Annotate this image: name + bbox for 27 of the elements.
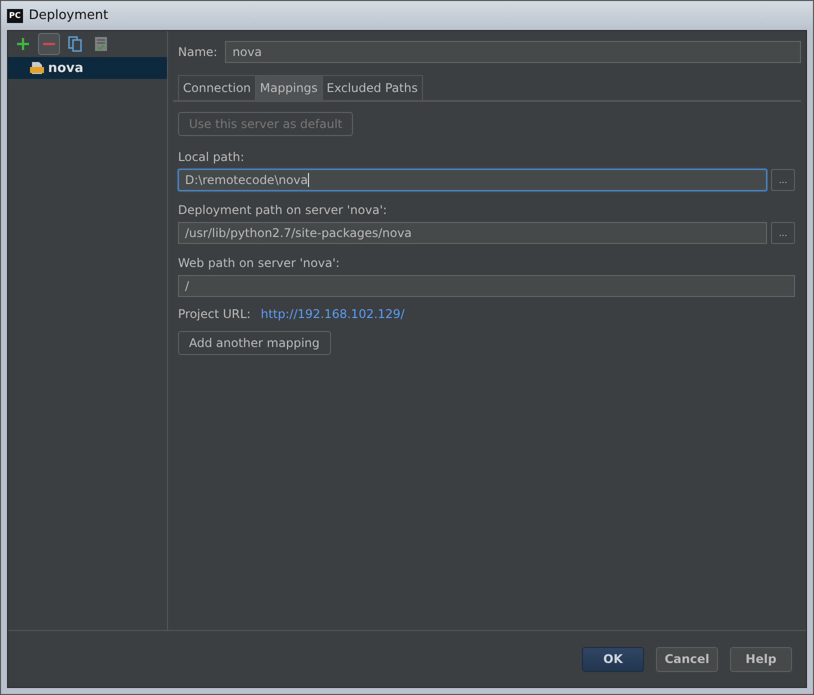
- name-field[interactable]: nova: [225, 41, 801, 63]
- add-mapping-button[interactable]: Add another mapping: [178, 331, 331, 355]
- app-badge: PC: [7, 8, 23, 22]
- browse-button[interactable]: ...: [771, 222, 795, 244]
- remove-icon: [42, 42, 56, 46]
- path-label: Web path on server 'nova':: [178, 256, 341, 270]
- path-field[interactable]: /: [178, 275, 795, 297]
- server-icon: [30, 61, 44, 75]
- dialog-button[interactable]: OK: [582, 646, 644, 672]
- server-list-icon: [95, 36, 107, 52]
- tab[interactable]: Mappings: [254, 75, 323, 100]
- browse-button[interactable]: ...: [771, 169, 795, 191]
- tab[interactable]: Connection: [178, 75, 256, 100]
- tab[interactable]: Excluded Paths: [322, 75, 423, 100]
- path-label: Local path:: [178, 150, 246, 164]
- path-field[interactable]: /usr/lib/python2.7/site-packages/nova: [178, 222, 767, 244]
- path-field[interactable]: D:\remotecode\nova: [178, 169, 767, 191]
- add-icon: [16, 37, 30, 51]
- dialog-button[interactable]: Help: [730, 646, 792, 672]
- window-title: Deployment: [28, 8, 108, 23]
- copy-icon: [68, 36, 82, 52]
- dialog-button[interactable]: Cancel: [656, 646, 718, 672]
- server-item[interactable]: nova: [8, 57, 167, 79]
- project-url-link[interactable]: http://192.168.102.129/: [260, 307, 405, 321]
- project-url-label: Project URL:: [178, 307, 251, 321]
- name-label: Name:: [178, 45, 218, 59]
- path-label: Deployment path on server 'nova':: [178, 203, 388, 217]
